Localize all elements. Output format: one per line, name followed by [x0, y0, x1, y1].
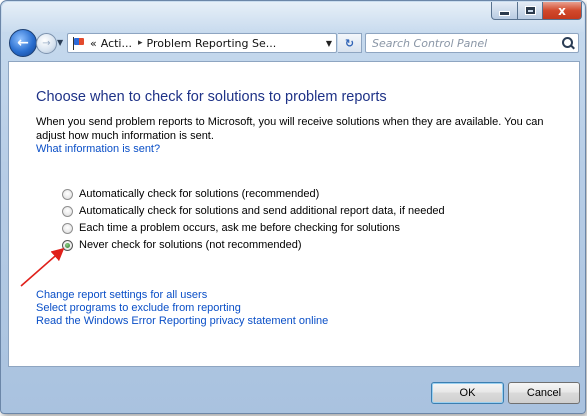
refresh-icon: ↻	[344, 36, 355, 50]
option-label: Never check for solutions (not recommend…	[79, 239, 302, 251]
cancel-button[interactable]: Cancel	[508, 382, 580, 404]
privacy-statement-link[interactable]: Read the Windows Error Reporting privacy…	[36, 315, 328, 327]
radio-button[interactable]	[62, 205, 73, 217]
breadcrumb-separator-icon[interactable]: ▸	[132, 38, 143, 48]
what-information-link[interactable]: What information is sent?	[36, 143, 160, 155]
address-dropdown-icon[interactable]: ▼	[326, 39, 332, 48]
search-icon[interactable]	[562, 37, 574, 49]
ok-button[interactable]: OK	[431, 382, 504, 404]
forward-button[interactable]: →	[36, 33, 57, 54]
option-never-check[interactable]: Never check for solutions (not recommend…	[62, 239, 302, 251]
refresh-button[interactable]: ↻	[338, 33, 362, 53]
change-settings-all-users-link[interactable]: Change report settings for all users	[36, 289, 207, 301]
option-auto-check-send-data[interactable]: Automatically check for solutions and se…	[62, 205, 445, 217]
forward-arrow-icon: →	[42, 38, 51, 49]
radio-button[interactable]	[62, 188, 73, 200]
minimize-button[interactable]	[491, 2, 518, 20]
radio-button-selected[interactable]	[62, 239, 73, 251]
exclude-programs-link[interactable]: Select programs to exclude from reportin…	[36, 302, 241, 314]
close-button[interactable]: x	[542, 2, 582, 20]
option-label: Automatically check for solutions and se…	[79, 205, 445, 217]
address-overflow-chevron[interactable]: «	[86, 37, 97, 50]
option-label: Each time a problem occurs, ask me befor…	[79, 222, 400, 234]
option-ask-me[interactable]: Each time a problem occurs, ask me befor…	[62, 222, 400, 234]
address-bar[interactable]: « Acti... ▸ Problem Reporting Se... ▼	[67, 33, 337, 53]
breadcrumb-problem-reporting-settings[interactable]: Problem Reporting Se...	[143, 37, 277, 50]
action-center-flag-icon	[72, 36, 86, 50]
back-button[interactable]: ←	[9, 29, 37, 57]
search-box[interactable]: Search Control Panel	[365, 33, 579, 53]
radio-button[interactable]	[62, 222, 73, 234]
close-icon: x	[558, 3, 566, 18]
minimize-icon	[499, 10, 510, 16]
page-title: Choose when to check for solutions to pr…	[36, 89, 387, 105]
maximize-button[interactable]	[517, 2, 543, 20]
page-description: When you send problem reports to Microso…	[36, 116, 544, 142]
back-arrow-icon: ←	[17, 35, 29, 51]
search-input[interactable]: Search Control Panel	[366, 37, 487, 50]
breadcrumb-action-center[interactable]: Acti...	[97, 37, 132, 50]
maximize-icon	[525, 7, 535, 14]
option-auto-check[interactable]: Automatically check for solutions (recom…	[62, 188, 319, 200]
recent-pages-dropdown-icon[interactable]: ▼	[57, 38, 63, 47]
option-label: Automatically check for solutions (recom…	[79, 188, 320, 200]
